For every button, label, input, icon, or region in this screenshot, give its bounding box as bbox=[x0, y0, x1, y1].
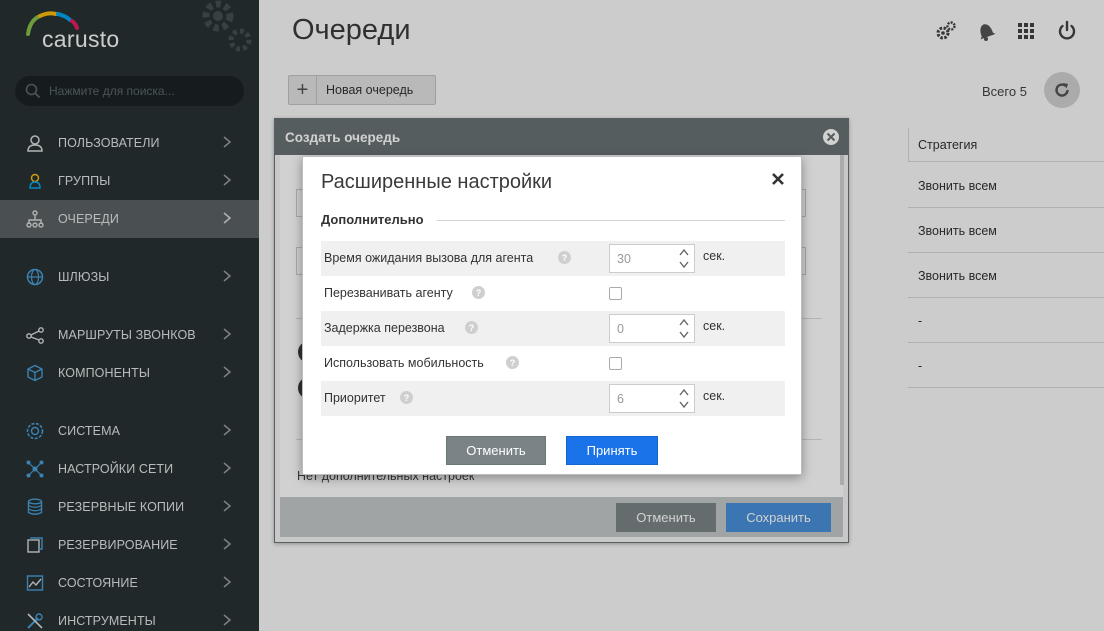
help-icon[interactable]: ? bbox=[400, 391, 413, 404]
priority-stepper[interactable] bbox=[609, 384, 695, 413]
priority-row: Приоритет ? сек. bbox=[321, 381, 785, 416]
close-icon[interactable] bbox=[770, 171, 786, 187]
accept-button[interactable]: Принять bbox=[566, 436, 658, 465]
recall-delay-stepper[interactable] bbox=[609, 314, 695, 343]
unit-label: сек. bbox=[703, 389, 726, 403]
section-divider bbox=[437, 220, 785, 221]
agent-timeout-row: Время ожидания вызова для агента ? сек. bbox=[321, 241, 785, 276]
advanced-settings-dialog: Расширенные настройки Дополнительно Врем… bbox=[302, 156, 802, 475]
use-mobility-row: Использовать мобильность ? bbox=[321, 346, 785, 381]
recall-delay-label: Задержка перезвона bbox=[324, 321, 445, 335]
use-mobility-label: Использовать мобильность bbox=[324, 356, 484, 370]
help-icon[interactable]: ? bbox=[506, 356, 519, 369]
agent-timeout-input[interactable] bbox=[610, 245, 672, 272]
agent-timeout-label: Время ожидания вызова для агента bbox=[324, 251, 534, 265]
priority-label: Приоритет bbox=[324, 391, 386, 405]
agent-timeout-stepper[interactable] bbox=[609, 244, 695, 273]
help-icon[interactable]: ? bbox=[472, 286, 485, 299]
stepper-arrows-icon[interactable] bbox=[674, 245, 694, 272]
section-title: Дополнительно bbox=[321, 212, 424, 227]
stepper-arrows-icon[interactable] bbox=[674, 315, 694, 342]
cancel-button[interactable]: Отменить bbox=[446, 436, 546, 465]
recall-agent-row: Перезванивать агенту ? bbox=[321, 276, 785, 311]
priority-input[interactable] bbox=[610, 385, 672, 412]
stepper-arrows-icon[interactable] bbox=[674, 385, 694, 412]
use-mobility-checkbox[interactable] bbox=[609, 357, 622, 370]
recall-delay-row: Задержка перезвона ? сек. bbox=[321, 311, 785, 346]
unit-label: сек. bbox=[703, 319, 726, 333]
dialog-title: Расширенные настройки bbox=[321, 171, 553, 193]
help-icon[interactable]: ? bbox=[465, 321, 478, 334]
recall-agent-checkbox[interactable] bbox=[609, 287, 622, 300]
unit-label: сек. bbox=[703, 249, 726, 263]
recall-delay-input[interactable] bbox=[610, 315, 672, 342]
help-icon[interactable]: ? bbox=[558, 251, 571, 264]
recall-agent-label: Перезванивать агенту bbox=[324, 286, 453, 300]
